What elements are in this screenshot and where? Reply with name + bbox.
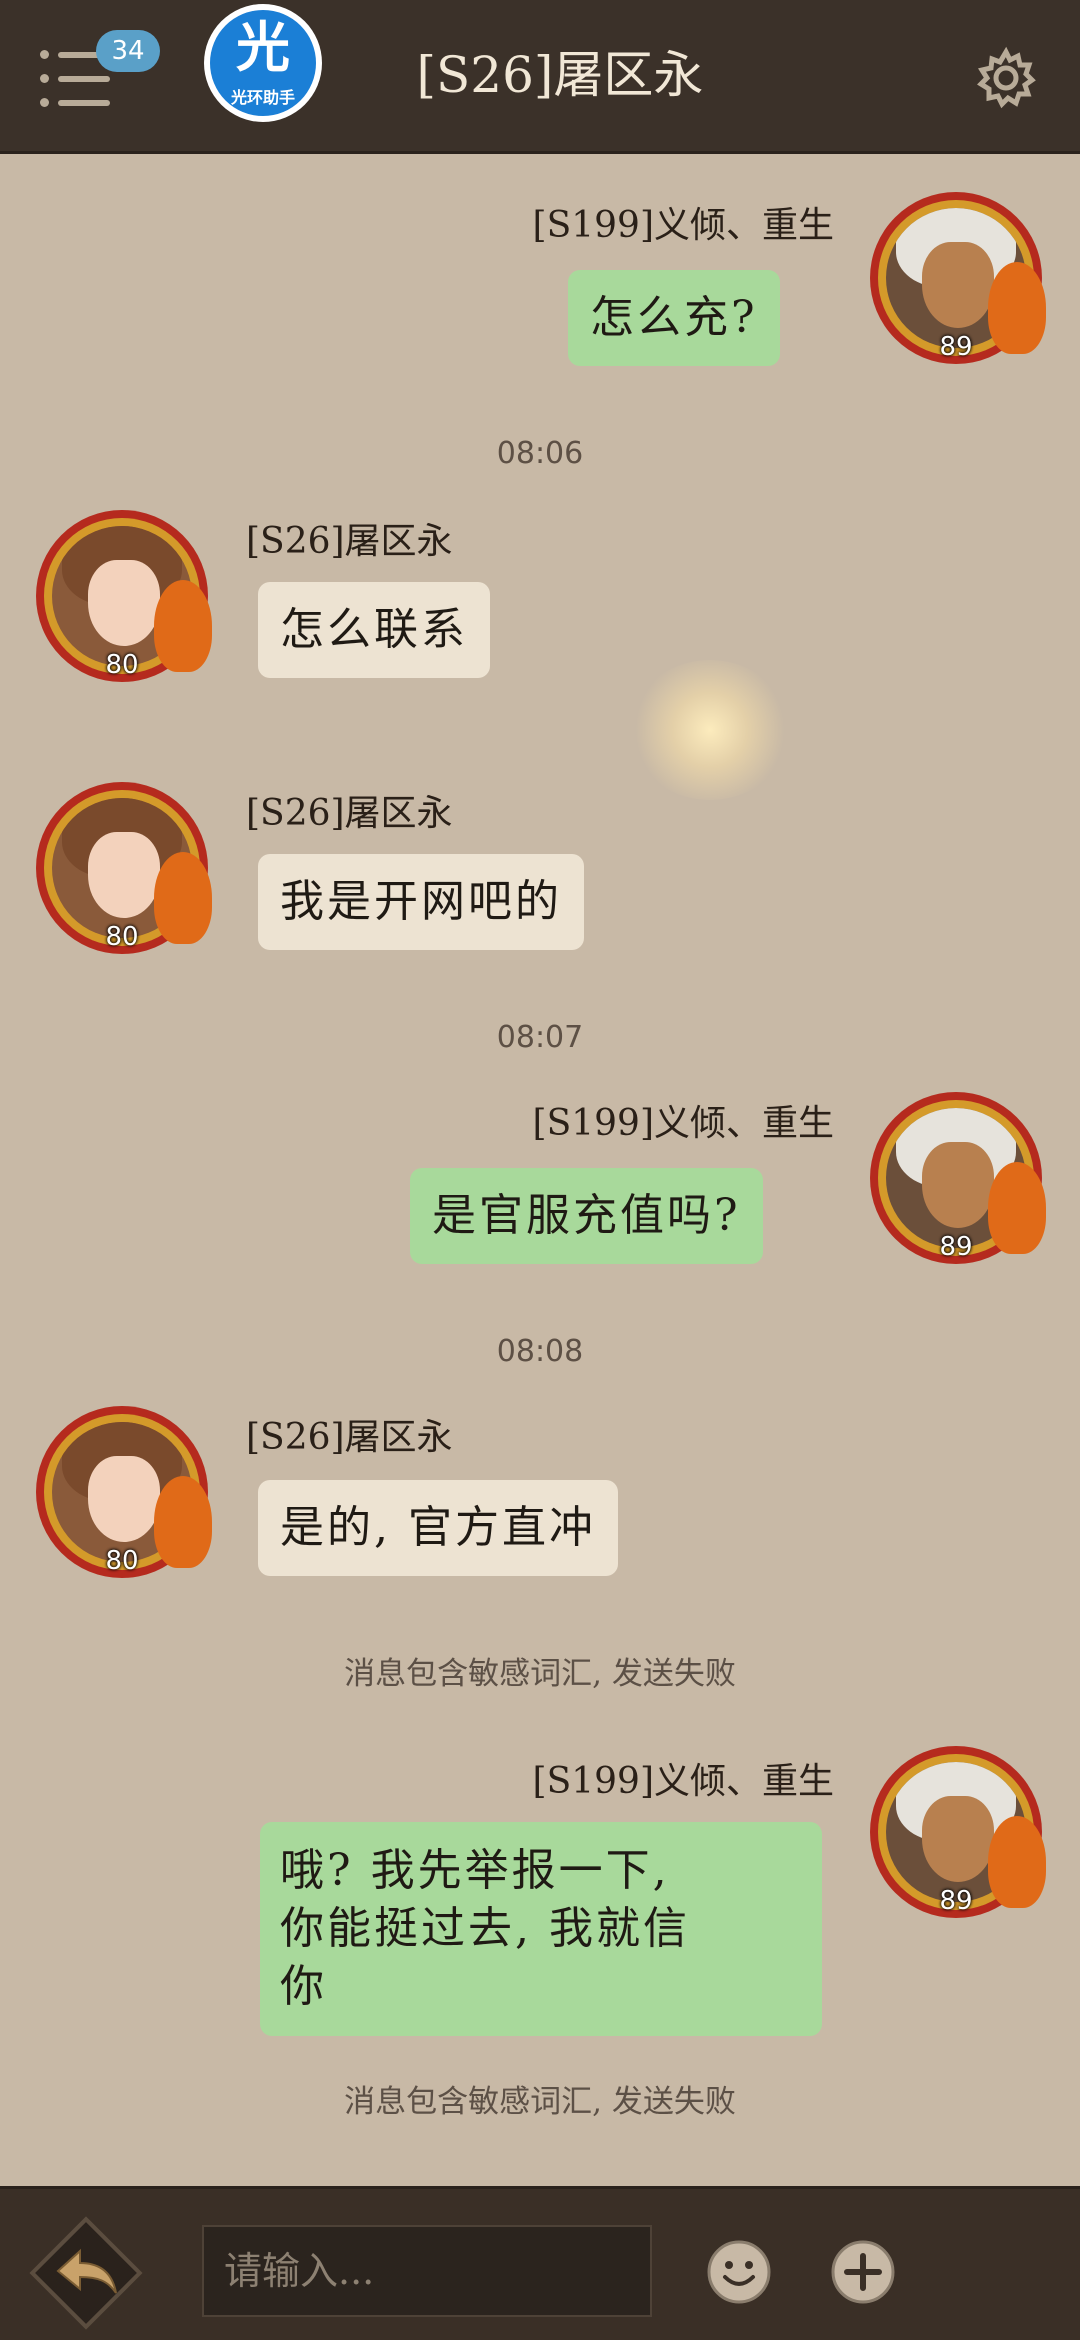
flame-emblem-icon [154,852,212,944]
avatar[interactable]: 80 [36,1406,212,1578]
sender-name: [S199]义倾、重生 [532,205,834,246]
timestamp: 08:08 [496,1334,584,1369]
app-logo-glyph: 光 [236,16,290,79]
avatar-face [922,1796,994,1882]
menu-dot [40,50,49,59]
flame-emblem-icon [988,1162,1046,1254]
message-bubble[interactable]: 怎么联系 [258,582,490,678]
unread-badge: 34 [96,30,160,72]
page-title: [S26]屠区永 [416,46,704,104]
sender-name: [S199]义倾、重生 [532,1103,834,1144]
avatar-face [88,1456,160,1542]
sender-name: [S26]屠区永 [246,521,453,562]
message-bubble[interactable]: 是的, 官方直冲 [258,1480,618,1576]
gear-icon [977,46,1036,109]
back-arrow-icon [29,2216,143,2330]
timestamp: 08:06 [496,436,584,471]
add-attachment-button[interactable] [830,2239,896,2305]
app-logo[interactable]: 光 光环助手 [204,4,322,122]
message-bubble[interactable]: 是官服充值吗? [410,1168,763,1264]
composer-bar [0,2186,1080,2340]
avatar[interactable]: 89 [870,1746,1046,1918]
settings-button[interactable] [974,46,1038,110]
level-label: 80 [105,922,139,952]
menu-dot [40,98,49,107]
message-bubble[interactable]: 我是开网吧的 [258,854,584,950]
avatar[interactable]: 89 [870,1092,1046,1264]
avatar-face [922,1142,994,1228]
sender-name: [S26]屠区永 [246,1417,453,1458]
system-notice: 消息包含敏感词汇, 发送失败 [344,1656,736,1692]
message-input[interactable] [202,2225,652,2317]
message-bubble[interactable]: 怎么充? [568,270,780,366]
message-bubble[interactable]: 哦? 我先举报一下, 你能挺过去, 我就信 你 [260,1822,822,2036]
avatar-face [922,242,994,328]
level-label: 80 [105,650,139,680]
message-line: 你能挺过去, 我就信 [280,1903,690,1954]
timestamp: 08:07 [496,1020,584,1055]
level-label: 89 [939,1886,973,1916]
menu-line [58,100,110,106]
avatar-face [88,560,160,646]
app-logo-disc: 光 光环助手 [210,10,316,116]
back-button[interactable] [28,2215,144,2331]
menu-line [58,76,110,82]
flame-emblem-icon [154,580,212,672]
flame-emblem-icon [154,1476,212,1568]
level-label: 89 [939,332,973,362]
avatar[interactable]: 80 [36,782,212,954]
level-label: 89 [939,1232,973,1262]
avatar-face [88,832,160,918]
level-label: 80 [105,1546,139,1576]
app-logo-caption: 光环助手 [230,88,295,107]
sender-name: [S199]义倾、重生 [532,1761,834,1802]
emoji-button[interactable] [706,2239,772,2305]
smiley-icon [707,2240,771,2304]
avatar[interactable]: 89 [870,192,1046,364]
flame-emblem-icon [988,262,1046,354]
message-line: 你 [280,1961,327,2012]
sender-name: [S26]屠区永 [246,793,453,834]
message-line: 哦? 我先举报一下, [280,1845,670,1896]
avatar[interactable]: 80 [36,510,212,682]
system-notice: 消息包含敏感词汇, 发送失败 [344,2084,736,2120]
flame-emblem-icon [988,1816,1046,1908]
menu-dot [40,74,49,83]
top-bar: 34 光 光环助手 [S26]屠区永 [0,0,1080,154]
sparkle-effect [630,660,790,800]
plus-icon [831,2240,895,2304]
